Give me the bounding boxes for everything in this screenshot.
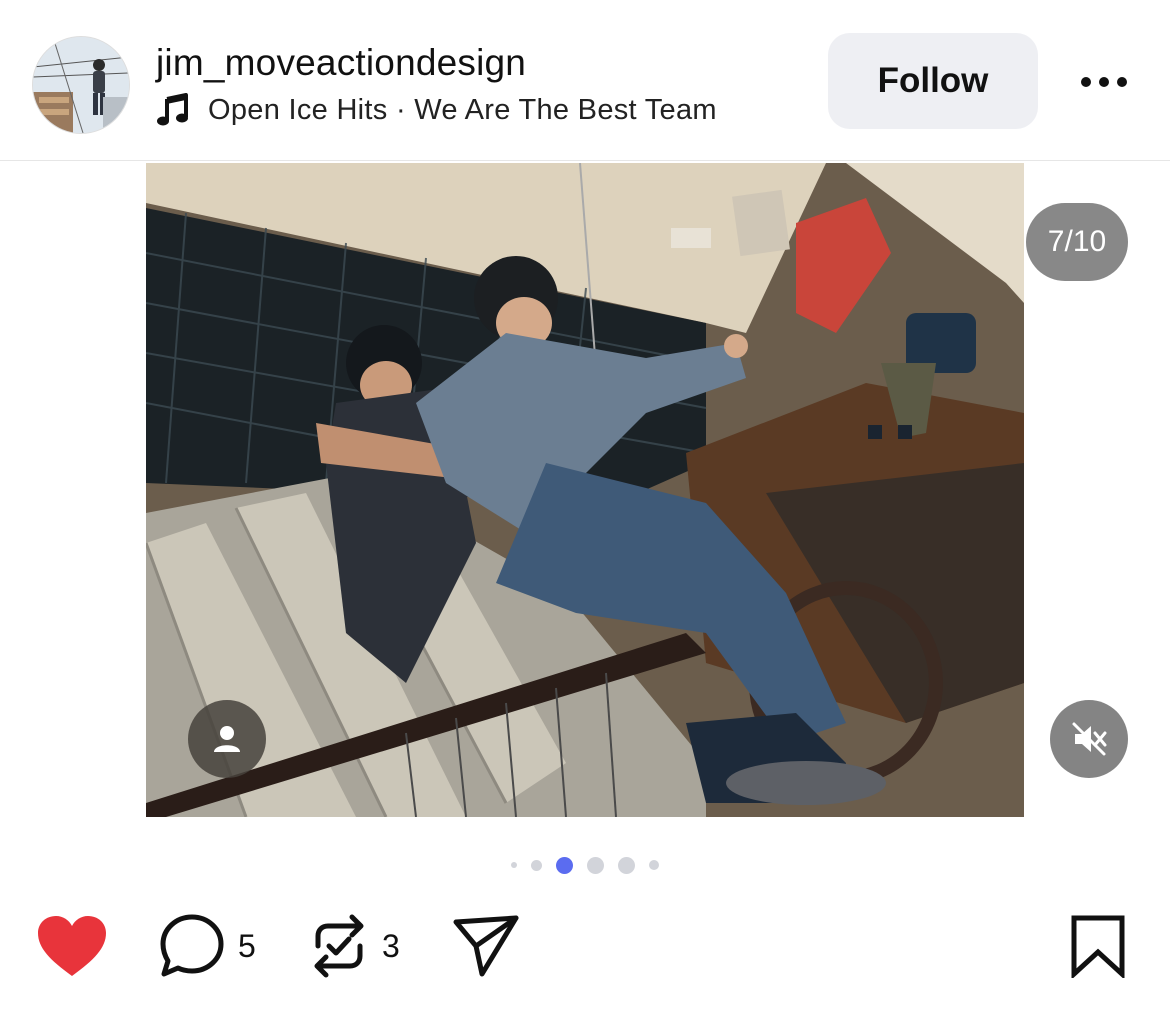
save-button[interactable]: [1070, 914, 1126, 978]
repost-icon: [314, 914, 364, 978]
comment-bubble-icon: [160, 914, 224, 977]
carousel-dot: [649, 860, 659, 870]
carousel-dot: [618, 856, 635, 874]
comment-count: 5: [238, 927, 256, 964]
carousel-dot: [587, 856, 604, 874]
more-options-icon[interactable]: [1074, 60, 1134, 104]
heart-filled-icon: [38, 916, 106, 976]
like-button[interactable]: [36, 914, 108, 978]
bookmark-icon: [1071, 915, 1125, 978]
volume-muted-icon: [1072, 722, 1107, 756]
carousel-dot: [511, 862, 517, 868]
repost-button[interactable]: 3: [308, 912, 400, 980]
music-note-icon: [157, 93, 188, 126]
dot: [1081, 77, 1091, 87]
carousel-dot: [531, 859, 542, 871]
comment-button[interactable]: 5: [158, 912, 256, 980]
post-header: jim_moveactiondesign Open Ice Hits · We …: [0, 0, 1170, 161]
share-button[interactable]: [452, 914, 520, 978]
dot: [1117, 77, 1127, 87]
music-title: Open Ice Hits · We Are The Best Team: [208, 93, 717, 126]
repost-count: 3: [382, 927, 400, 964]
carousel-dot-active: [556, 856, 573, 874]
avatar[interactable]: [32, 36, 130, 134]
music-attribution[interactable]: Open Ice Hits · We Are The Best Team: [156, 90, 717, 130]
carousel-counter: 7/10: [1026, 203, 1128, 281]
action-bar: 5 3: [0, 900, 1170, 1000]
follow-button[interactable]: Follow: [828, 33, 1038, 129]
post-image[interactable]: [146, 163, 1024, 817]
username[interactable]: jim_moveactiondesign: [156, 42, 526, 84]
person-icon: [214, 726, 240, 752]
send-icon: [453, 915, 519, 977]
tagged-people-button[interactable]: [188, 700, 266, 778]
carousel-indicator: [0, 852, 1170, 878]
dot: [1099, 77, 1109, 87]
mute-button[interactable]: [1050, 700, 1128, 778]
